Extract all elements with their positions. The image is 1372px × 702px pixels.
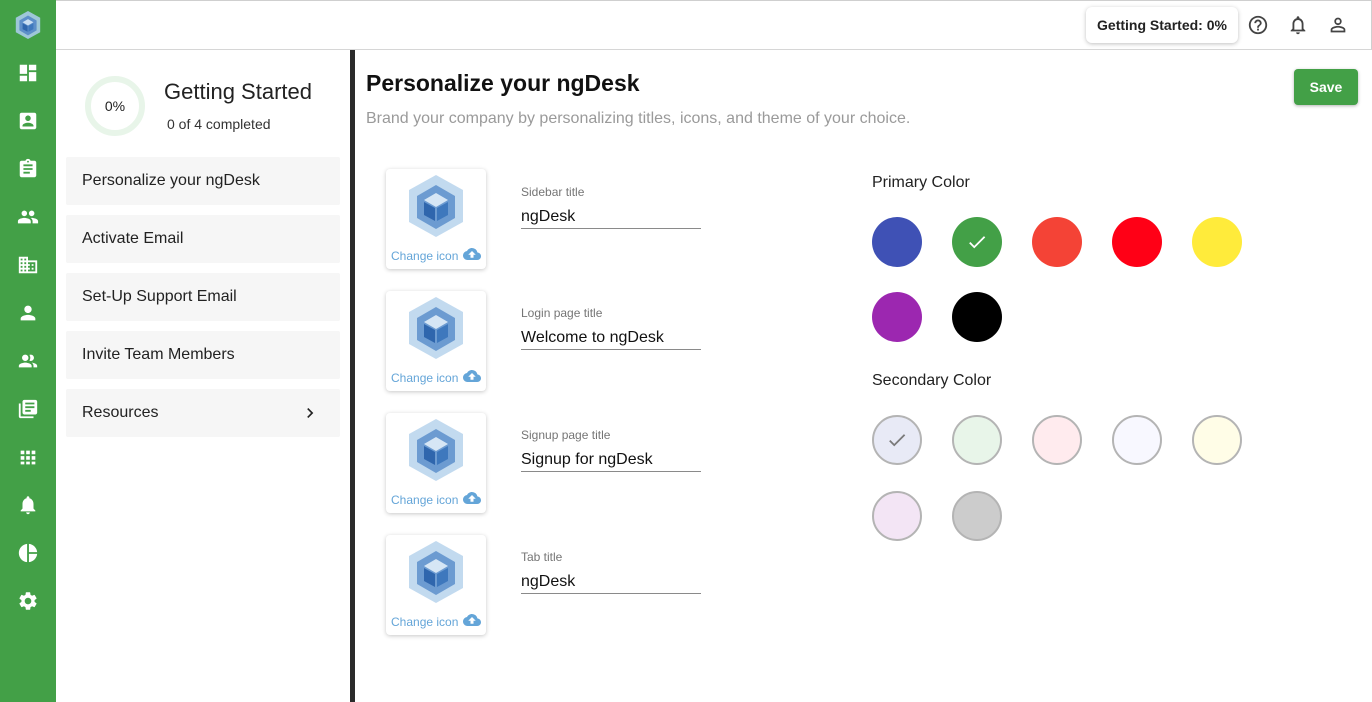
signup-icon-card[interactable]: Change icon bbox=[386, 413, 486, 513]
login-title-input[interactable] bbox=[521, 326, 701, 350]
team-icon[interactable] bbox=[16, 349, 40, 373]
cloud-upload-icon[interactable] bbox=[463, 369, 481, 383]
page-subtitle: Brand your company by personalizing titl… bbox=[366, 110, 911, 127]
notifications-icon[interactable] bbox=[1287, 14, 1309, 36]
getting-started-title: Getting Started bbox=[164, 79, 312, 104]
step-label: Personalize your ngDesk bbox=[82, 172, 260, 189]
page-title: Personalize your ngDesk bbox=[366, 70, 640, 96]
change-icon-link[interactable]: Change icon bbox=[391, 615, 458, 629]
person-icon[interactable] bbox=[16, 301, 40, 325]
ngdesk-cube-icon bbox=[409, 541, 463, 603]
secondary-color-swatch[interactable] bbox=[952, 415, 1002, 465]
step-label: Set-Up Support Email bbox=[82, 288, 237, 305]
clipboard-icon[interactable] bbox=[16, 157, 40, 181]
step-invite-team[interactable]: Invite Team Members bbox=[66, 331, 340, 379]
getting-started-progress-count: 0 of 4 completed bbox=[167, 116, 271, 132]
change-icon-link[interactable]: Change icon bbox=[391, 371, 458, 385]
step-support-email[interactable]: Set-Up Support Email bbox=[66, 273, 340, 321]
primary-color-heading: Primary Color bbox=[872, 174, 970, 191]
primary-color-swatch[interactable] bbox=[872, 292, 922, 342]
step-label: Invite Team Members bbox=[82, 346, 235, 363]
library-books-icon[interactable] bbox=[16, 397, 40, 421]
sidebar-icon-card[interactable]: Change icon bbox=[386, 169, 486, 269]
step-personalize[interactable]: Personalize your ngDesk bbox=[66, 157, 340, 205]
secondary-color-swatch[interactable] bbox=[872, 415, 922, 465]
step-label: Activate Email bbox=[82, 230, 184, 247]
check-icon bbox=[969, 236, 986, 249]
settings-gear-icon[interactable] bbox=[16, 589, 40, 613]
check-icon bbox=[889, 434, 906, 447]
dashboard-icon[interactable] bbox=[16, 61, 40, 85]
step-activate-email[interactable]: Activate Email bbox=[66, 215, 340, 263]
step-resources[interactable]: Resources bbox=[66, 389, 340, 437]
getting-started-chip[interactable]: Getting Started: 0% bbox=[1086, 7, 1238, 43]
field-label: Tab title bbox=[521, 550, 563, 564]
change-icon-link[interactable]: Change icon bbox=[391, 249, 458, 263]
field-label: Signup page title bbox=[521, 428, 611, 442]
panel-divider[interactable] bbox=[350, 50, 355, 702]
primary-color-swatch[interactable] bbox=[872, 217, 922, 267]
chevron-right-icon bbox=[307, 408, 314, 418]
login-title-field: Login page title bbox=[521, 306, 701, 350]
tab-icon-card[interactable]: Change icon bbox=[386, 535, 486, 635]
secondary-color-swatch[interactable] bbox=[872, 491, 922, 541]
ngdesk-cube-icon bbox=[409, 175, 463, 237]
app-sidebar bbox=[0, 0, 56, 702]
business-icon[interactable] bbox=[16, 253, 40, 277]
help-icon[interactable] bbox=[1247, 14, 1269, 36]
pie-chart-icon[interactable] bbox=[16, 541, 40, 565]
people-icon[interactable] bbox=[16, 205, 40, 229]
primary-color-swatch[interactable] bbox=[1032, 217, 1082, 267]
field-label: Login page title bbox=[521, 306, 603, 320]
account-icon[interactable] bbox=[1327, 14, 1349, 36]
login-icon-card[interactable]: Change icon bbox=[386, 291, 486, 391]
ngdesk-logo-icon[interactable] bbox=[14, 10, 42, 40]
cloud-upload-icon[interactable] bbox=[463, 613, 481, 627]
bell-icon[interactable] bbox=[16, 493, 40, 517]
secondary-color-heading: Secondary Color bbox=[872, 372, 992, 389]
secondary-color-swatch[interactable] bbox=[1112, 415, 1162, 465]
tab-title-field: Tab title bbox=[521, 550, 701, 594]
progress-percent: 0% bbox=[104, 98, 126, 114]
contact-card-icon[interactable] bbox=[16, 109, 40, 133]
sidebar-title-field: Sidebar title bbox=[521, 185, 701, 229]
tab-title-input[interactable] bbox=[521, 570, 701, 594]
ngdesk-cube-icon bbox=[409, 297, 463, 359]
cloud-upload-icon[interactable] bbox=[463, 491, 481, 505]
secondary-color-swatch[interactable] bbox=[1032, 415, 1082, 465]
save-button[interactable]: Save bbox=[1294, 69, 1358, 105]
primary-color-swatch[interactable] bbox=[952, 217, 1002, 267]
signup-title-input[interactable] bbox=[521, 448, 701, 472]
cloud-upload-icon[interactable] bbox=[463, 247, 481, 261]
secondary-color-swatch[interactable] bbox=[1192, 415, 1242, 465]
secondary-color-swatch[interactable] bbox=[952, 491, 1002, 541]
change-icon-link[interactable]: Change icon bbox=[391, 493, 458, 507]
field-label: Sidebar title bbox=[521, 185, 585, 199]
primary-color-swatch[interactable] bbox=[1192, 217, 1242, 267]
sidebar-title-input[interactable] bbox=[521, 205, 701, 229]
primary-color-swatch[interactable] bbox=[1112, 217, 1162, 267]
step-label: Resources bbox=[82, 404, 159, 421]
signup-title-field: Signup page title bbox=[521, 428, 701, 472]
ngdesk-cube-icon bbox=[409, 419, 463, 481]
apps-grid-icon[interactable] bbox=[16, 445, 40, 469]
primary-color-swatch[interactable] bbox=[952, 292, 1002, 342]
